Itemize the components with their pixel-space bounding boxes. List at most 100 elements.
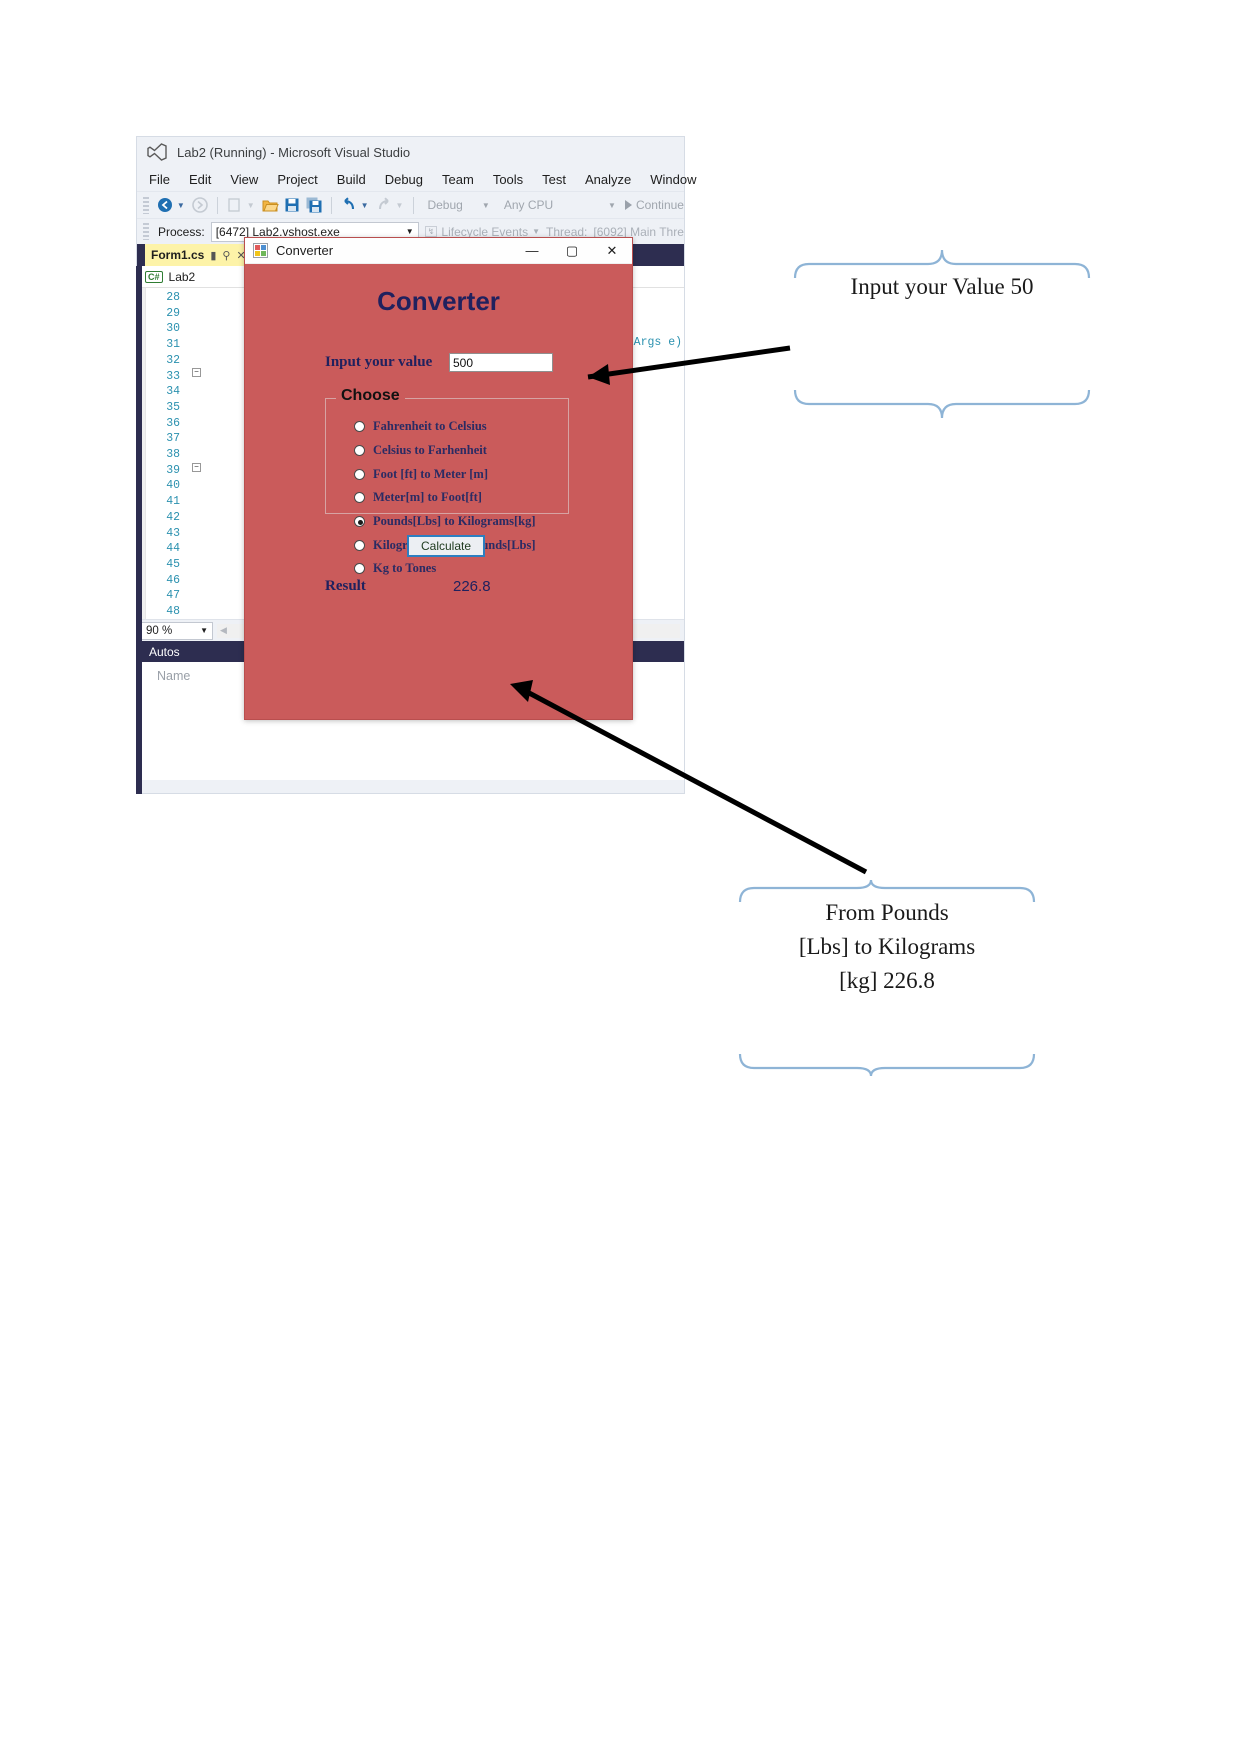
vs-title-text: Lab2 (Running) - Microsoft Visual Studio: [177, 144, 411, 160]
line-number: 42: [166, 510, 180, 524]
radio-option-celsius-to-fahrenheit[interactable]: Celsius to Farhenheit: [354, 439, 568, 463]
input-callout-text: Input your Value 50: [850, 274, 1034, 299]
redo-dropdown-icon: ▼: [395, 200, 404, 210]
zoom-level-select[interactable]: 90 % ▼: [141, 621, 213, 640]
radio-label: Kg to Tones: [373, 561, 437, 576]
menu-team[interactable]: Team: [442, 172, 474, 187]
menu-window[interactable]: Window: [650, 172, 696, 187]
menu-file[interactable]: File: [149, 172, 170, 187]
vs-standard-toolbar: ▼ ▼ ▼ ▼ Debug ▼ Any CPU ▼ Continue: [137, 191, 684, 218]
process-label: Process:: [158, 224, 205, 239]
radio-option-fahrenheit-to-celsius[interactable]: Fahrenheit to Celsius: [354, 415, 568, 439]
radio-label: Celsius to Farhenheit: [373, 443, 487, 458]
navigate-forward-icon: [191, 196, 209, 214]
solution-platform-select[interactable]: Any CPU ▼: [499, 196, 621, 215]
unsaved-dot-icon: ▮: [210, 249, 217, 262]
line-number: 36: [166, 416, 180, 430]
result-callout: From Pounds [Lbs] to Kilograms [kg] 226.…: [738, 880, 1036, 1076]
line-number: 35: [166, 400, 180, 414]
radio-icon-selected[interactable]: [354, 516, 365, 528]
radio-option-meter-to-foot[interactable]: Meter[m] to Foot[ft]: [354, 486, 568, 510]
chevron-down-icon: ▼: [481, 200, 490, 210]
winforms-app-icon: [253, 243, 268, 258]
undo-icon[interactable]: [340, 196, 358, 214]
radio-label: Pounds[Lbs] to Kilograms[kg]: [373, 514, 536, 529]
line-number: 46: [166, 573, 180, 587]
radio-icon[interactable]: [354, 421, 365, 433]
menu-build[interactable]: Build: [337, 172, 366, 187]
vs-menu-bar[interactable]: File Edit View Project Build Debug Team …: [137, 167, 697, 191]
pin-icon[interactable]: ⚲: [222, 249, 230, 262]
minimize-icon[interactable]: —: [512, 238, 552, 264]
navigate-back-icon[interactable]: [156, 196, 174, 214]
line-number-gutter: 28 29 30 31 32 33 34 35 36 37 38 39 40 4…: [146, 288, 186, 619]
menu-view[interactable]: View: [230, 172, 258, 187]
collapse-region-icon[interactable]: −: [192, 463, 201, 472]
converter-title-text: Converter: [276, 243, 334, 258]
input-value-field[interactable]: 500: [449, 353, 553, 372]
maximize-icon[interactable]: ▢: [552, 238, 592, 264]
line-number: 34: [166, 385, 180, 399]
input-value-row: Input your value 500: [245, 353, 632, 372]
tab-label: Form1.cs: [151, 248, 205, 262]
calculate-button[interactable]: Calculate: [407, 535, 485, 557]
nav-project-name[interactable]: Lab2: [169, 270, 196, 284]
save-all-icon[interactable]: [305, 196, 323, 214]
continue-button[interactable]: Continue: [624, 198, 684, 212]
line-number: 47: [166, 589, 180, 603]
menu-tools[interactable]: Tools: [493, 172, 523, 187]
radio-icon[interactable]: [354, 468, 365, 480]
line-number: 30: [166, 322, 180, 336]
radio-icon[interactable]: [354, 563, 365, 575]
toolbar-separator: [216, 196, 218, 214]
menu-analyze[interactable]: Analyze: [585, 172, 631, 187]
close-icon[interactable]: ✕: [592, 238, 632, 264]
open-file-icon[interactable]: [261, 196, 279, 214]
new-dropdown-icon: ▼: [246, 200, 255, 210]
zoom-level-value: 90 %: [146, 624, 173, 637]
chevron-down-icon: ▼: [532, 227, 541, 236]
collapse-region-icon[interactable]: −: [192, 368, 201, 377]
line-number: 32: [166, 353, 180, 367]
menu-project[interactable]: Project: [277, 172, 317, 187]
converter-title-bar[interactable]: Converter — ▢ ✕: [245, 238, 632, 264]
menu-debug[interactable]: Debug: [385, 172, 423, 187]
result-callout-text: From Pounds [Lbs] to Kilograms [kg] 226.…: [798, 900, 976, 993]
toolbar-separator-2: [330, 196, 332, 214]
solution-configuration-value: Debug: [427, 198, 463, 212]
radio-icon[interactable]: [354, 492, 365, 504]
back-dropdown-icon[interactable]: ▼: [177, 201, 185, 210]
scroll-left-icon[interactable]: ◀: [217, 625, 230, 636]
radio-icon[interactable]: [354, 539, 365, 551]
vs-window-left-edge: [136, 266, 142, 794]
toolbar-grip[interactable]: [143, 196, 149, 214]
toolbar-separator-3: [413, 196, 415, 214]
result-label: Result: [325, 578, 366, 594]
input-value-label: Input your value: [325, 354, 433, 370]
result-value: 226.8: [453, 578, 491, 595]
line-number: 39: [166, 463, 180, 477]
tab-form1-cs[interactable]: Form1.cs ▮ ⚲ ✕: [145, 244, 252, 266]
line-number: 43: [166, 526, 180, 540]
solution-configuration-select[interactable]: Debug ▼: [422, 196, 494, 215]
radio-option-pounds-to-kilograms[interactable]: Pounds[Lbs] to Kilograms[kg]: [354, 510, 568, 534]
lifecycle-icon: ↯: [424, 226, 438, 237]
radio-icon[interactable]: [354, 445, 365, 457]
proc-toolbar-grip[interactable]: [143, 223, 149, 240]
line-number: 44: [166, 542, 180, 556]
radio-label: Fahrenheit to Celsius: [373, 419, 487, 434]
input-callout: Input your Value 50: [793, 248, 1091, 420]
line-number: 40: [166, 479, 180, 493]
undo-dropdown-icon[interactable]: ▼: [361, 201, 369, 210]
result-row: Result 226.8: [325, 578, 585, 595]
line-number: 37: [166, 432, 180, 446]
line-number: 28: [166, 291, 180, 304]
menu-edit[interactable]: Edit: [189, 172, 211, 187]
csharp-badge-icon: C#: [145, 270, 163, 283]
line-number: 38: [166, 448, 180, 462]
menu-test[interactable]: Test: [542, 172, 566, 187]
save-icon[interactable]: [283, 196, 301, 214]
radio-option-foot-to-meter[interactable]: Foot [ft] to Meter [m]: [354, 462, 568, 486]
autos-column-name: Name: [157, 668, 191, 683]
converter-heading: Converter: [377, 286, 500, 316]
